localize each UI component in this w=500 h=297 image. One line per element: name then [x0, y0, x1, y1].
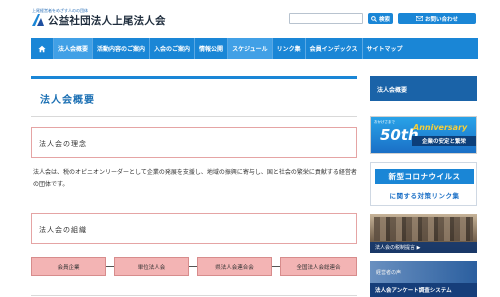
org-box-national-federation: 全国法人会総連合 [280, 257, 357, 276]
org-box-prefectural-federation: 県法人会連合会 [197, 257, 272, 276]
anniversary-banner[interactable]: おかげさまで 50th Anniversary 企業の安定と繁栄 [370, 116, 477, 154]
mail-icon [415, 16, 423, 21]
philosophy-body: 法人会は、税のオピニオンリーダーとして企業の発展を支援し、地域の振興に寄与し、国… [33, 169, 357, 188]
nav-item-member-index[interactable]: 会員インデックス [306, 38, 363, 59]
site-logo-icon[interactable] [31, 13, 45, 27]
nav-item-overview[interactable]: 法人会概要 [54, 38, 94, 59]
org-box-member-companies: 会員企業 [31, 257, 106, 276]
philosophy-section-header: 法人会の理念 [31, 127, 357, 158]
search-button-label: 検索 [378, 16, 390, 23]
anniversary-subtitle: 企業の安定と繁栄 [412, 136, 476, 146]
site-name[interactable]: 公益社団法人上尾法人会 [48, 13, 166, 28]
organization-heading: 法人会の組織 [39, 226, 87, 234]
tax-proposal-banner[interactable]: 法人会の税制提言 ▶ [370, 214, 477, 253]
home-icon [38, 45, 46, 52]
survey-banner-subtitle: 法人会アンケート調査システム [370, 283, 477, 297]
main-nav: 法人会概要 活動内容のご案内 入会のご案内 情報公開 スケジュール リンク集 会… [31, 38, 478, 59]
corona-banner-subtitle: に関する対策リンク集 [389, 191, 460, 200]
anniversary-word: Anniversary [413, 123, 468, 132]
search-icon [371, 15, 377, 22]
nav-item-activities[interactable]: 活動内容のご案内 [93, 38, 151, 59]
philosophy-heading: 法人会の理念 [39, 140, 87, 148]
sidebar-title: 法人会概要 [377, 87, 408, 94]
survey-banner[interactable]: 経営者の声 法人会アンケート調査システム [370, 261, 477, 297]
sidebar-header[interactable]: 法人会概要 [370, 76, 477, 101]
anniversary-small-text: おかげさまで [374, 120, 395, 124]
page-title-box: 法人会概要 [31, 76, 357, 117]
corona-banner-title: 新型コロナウイルス [375, 169, 474, 184]
page-title: 法人会概要 [40, 95, 95, 106]
search-button[interactable]: 検索 [368, 13, 393, 24]
corona-links-banner[interactable]: 新型コロナウイルス に関する対策リンク集 [370, 162, 477, 206]
nav-item-links[interactable]: リンク集 [273, 38, 306, 59]
survey-banner-title: 経営者の声 [376, 270, 402, 276]
nav-item-disclosure[interactable]: 情報公開 [195, 38, 229, 59]
nav-item-schedule[interactable]: スケジュール [228, 38, 273, 59]
nav-home[interactable] [31, 38, 54, 59]
nav-item-join[interactable]: 入会のご案内 [150, 38, 196, 59]
section-divider [31, 295, 357, 296]
tax-proposal-label: 法人会の税制提言 ▶ [370, 242, 477, 253]
meeting-photo [374, 217, 473, 241]
search-input[interactable] [289, 13, 363, 24]
inquiry-button[interactable]: お問い合わせ [398, 13, 476, 24]
org-box-unit-association: 単位法人会 [114, 257, 189, 276]
inquiry-button-label: お問い合わせ [424, 16, 458, 23]
organization-section-header: 法人会の組織 [31, 213, 357, 244]
org-chart: 会員企業 単位法人会 県法人会連合会 全国法人会総連合 [31, 257, 357, 276]
nav-item-sitemap[interactable]: サイトマップ [363, 38, 407, 59]
site-header: 上尾経営者をめざす人のの団体 公益社団法人上尾法人会 検索 お問い合わせ [0, 0, 500, 36]
